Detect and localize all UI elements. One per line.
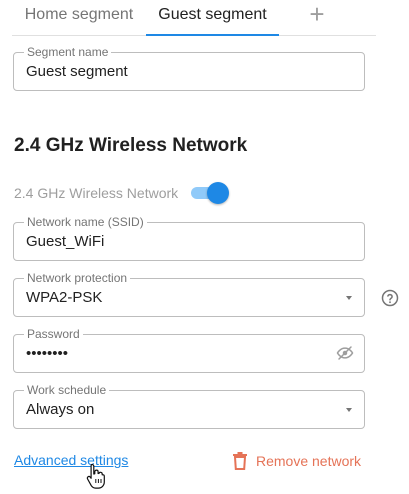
remove-network-label: Remove network: [256, 453, 362, 469]
wireless-toggle-row: 2.4 GHz Wireless Network: [14, 180, 234, 204]
section-title: 2.4 GHz Wireless Network: [14, 135, 248, 156]
segment-name-value: Guest segment: [26, 63, 128, 80]
advanced-settings-link[interactable]: Advanced settings: [14, 452, 128, 468]
toggle-knob: [207, 182, 229, 204]
dropdown-arrow-icon: [346, 408, 352, 412]
trash-icon: [233, 452, 247, 470]
wireless-toggle-switch[interactable]: [191, 182, 231, 204]
password-value: ••••••••: [26, 345, 69, 362]
dropdown-arrow-icon: [346, 296, 352, 300]
work-schedule-select[interactable]: Work schedule Always on: [13, 383, 365, 429]
wireless-toggle-label: 2.4 GHz Wireless Network: [14, 185, 179, 201]
work-schedule-value: Always on: [26, 401, 95, 418]
network-protection-value: WPA2-PSK: [26, 289, 103, 306]
help-circle-icon[interactable]: [381, 289, 399, 307]
network-protection-select[interactable]: Network protection WPA2-PSK: [13, 271, 365, 317]
tab-home-segment[interactable]: Home segment: [12, 0, 146, 36]
hand-pointer-icon: [86, 463, 105, 489]
tab-guest-segment[interactable]: Guest segment: [146, 0, 279, 36]
password-field[interactable]: Password ••••••••: [13, 327, 365, 373]
ssid-value: Guest_WiFi: [26, 233, 105, 250]
eye-off-icon[interactable]: [335, 344, 355, 362]
segment-name-field[interactable]: Segment name Guest segment: [13, 45, 365, 91]
add-segment-button[interactable]: +: [302, 0, 332, 36]
segment-tabs: Home segment Guest segment +: [12, 0, 376, 36]
ssid-field[interactable]: Network name (SSID) Guest_WiFi: [13, 215, 365, 261]
